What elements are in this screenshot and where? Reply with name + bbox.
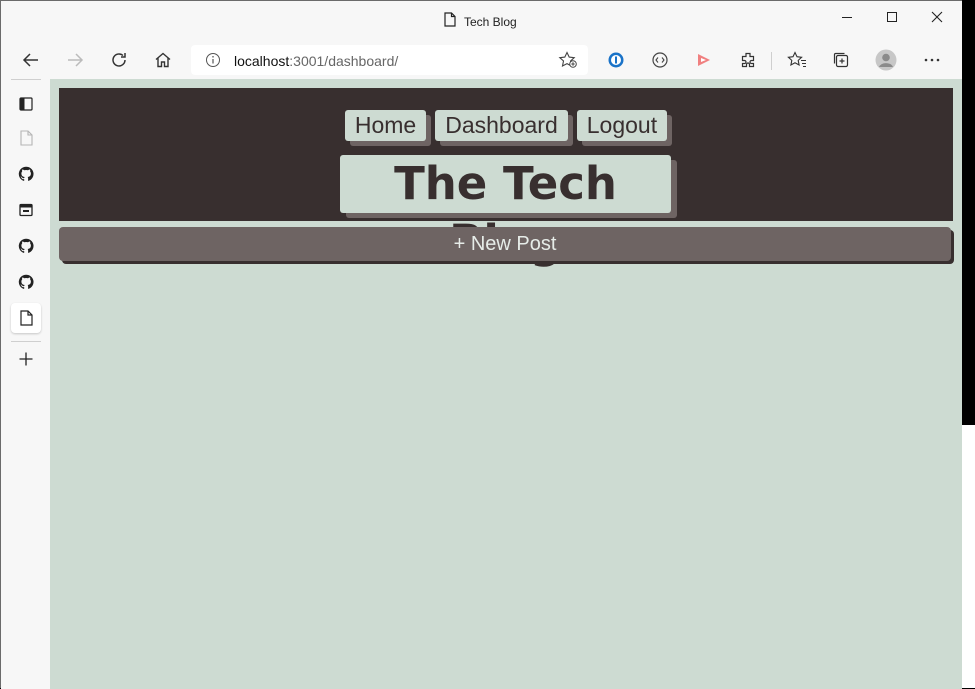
minimize-button[interactable] bbox=[824, 6, 870, 28]
sidebar-divider-2 bbox=[11, 341, 41, 342]
home-button[interactable] bbox=[147, 45, 179, 75]
toolbar-divider bbox=[771, 52, 772, 70]
web-page: Home Dashboard Logout The Tech Blog + Ne… bbox=[50, 79, 962, 689]
more-menu-icon[interactable] bbox=[916, 45, 948, 75]
address-bar[interactable]: localhost:3001/dashboard/ bbox=[191, 45, 588, 75]
vertical-tab-bar bbox=[1, 79, 50, 689]
site-nav: Home Dashboard Logout bbox=[59, 110, 953, 141]
profile-avatar[interactable] bbox=[870, 45, 902, 75]
extensions-icon[interactable] bbox=[732, 45, 764, 75]
tab-actions-icon[interactable] bbox=[11, 89, 41, 119]
title-bar: Tech Blog bbox=[1, 1, 962, 41]
page-icon bbox=[444, 12, 456, 32]
tab-github-icon-3[interactable] bbox=[11, 267, 41, 297]
info-icon[interactable] bbox=[205, 52, 221, 73]
nav-dashboard-link[interactable]: Dashboard bbox=[435, 110, 568, 141]
window-title-text: Tech Blog bbox=[464, 15, 517, 29]
browser-window: Tech Blog localhost:3001/dashboard/ Home… bbox=[0, 0, 962, 689]
tab-calendar-icon[interactable] bbox=[11, 195, 41, 225]
sidebar-divider bbox=[11, 79, 41, 80]
nav-home-link[interactable]: Home bbox=[344, 110, 427, 141]
browser-toolbar: localhost:3001/dashboard/ bbox=[1, 41, 962, 79]
collections-icon[interactable] bbox=[825, 45, 857, 75]
add-favorite-icon[interactable] bbox=[558, 51, 578, 74]
site-title[interactable]: The Tech Blog bbox=[340, 155, 671, 268]
window-title: Tech Blog bbox=[444, 12, 517, 32]
tab-page-icon[interactable] bbox=[11, 123, 41, 153]
password-manager-icon[interactable] bbox=[600, 45, 632, 75]
nav-logout-link[interactable]: Logout bbox=[576, 110, 668, 141]
url-host: localhost bbox=[234, 53, 290, 69]
new-tab-plus-icon[interactable] bbox=[11, 344, 41, 374]
forward-button[interactable] bbox=[59, 45, 91, 75]
video-extension-icon[interactable] bbox=[688, 45, 720, 75]
desktop-backdrop bbox=[962, 425, 975, 688]
tab-github-icon-2[interactable] bbox=[11, 231, 41, 261]
new-post-button[interactable]: + New Post bbox=[59, 227, 951, 261]
maximize-button[interactable] bbox=[869, 6, 915, 28]
tab-active-page-icon[interactable] bbox=[11, 303, 41, 333]
close-button[interactable] bbox=[914, 6, 960, 28]
site-header: Home Dashboard Logout The Tech Blog bbox=[59, 88, 953, 268]
code-extension-icon[interactable] bbox=[644, 45, 676, 75]
refresh-button[interactable] bbox=[103, 45, 135, 75]
back-button[interactable] bbox=[15, 45, 47, 75]
favorites-icon[interactable] bbox=[781, 45, 813, 75]
url-path: :3001/dashboard/ bbox=[289, 53, 399, 69]
tab-github-icon[interactable] bbox=[11, 159, 41, 189]
url-text[interactable]: localhost:3001/dashboard/ bbox=[234, 53, 398, 69]
